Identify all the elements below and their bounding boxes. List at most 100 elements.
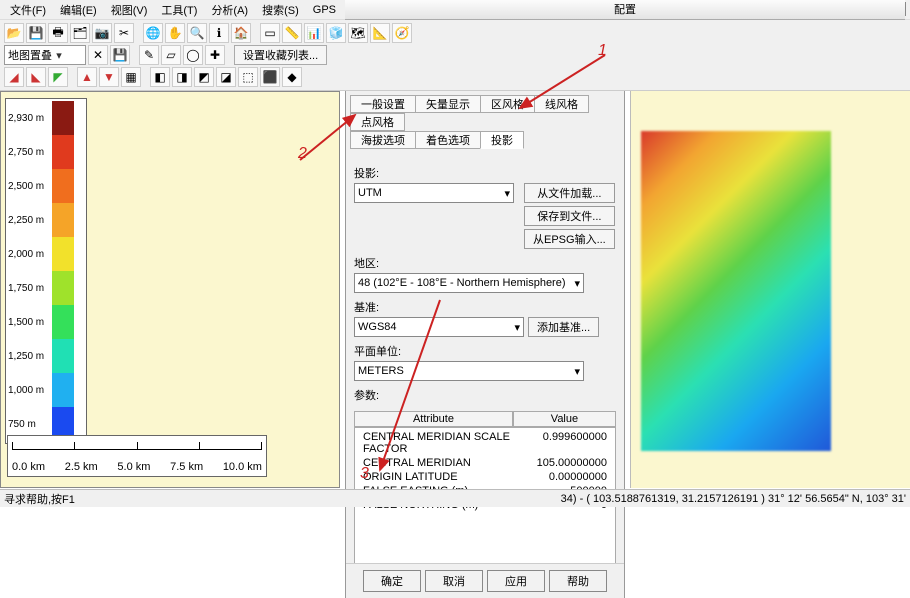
dialog-tabs-row1: 一般设置 矢量显示 区风格 线风格 点风格 — [346, 91, 624, 131]
zone-select[interactable]: 48 (102°E - 108°E - Northern Hemisphere)… — [354, 273, 584, 293]
select-icon[interactable]: ▭ — [260, 23, 280, 43]
legend-swatch — [52, 305, 74, 339]
legend-label: 2,000 m — [8, 249, 52, 260]
param-row[interactable]: CENTRAL MERIDIAN 105.00000000 — [359, 456, 611, 470]
tab-point-style[interactable]: 点风格 — [350, 113, 405, 131]
param-val: 105.00000000 — [537, 457, 607, 469]
t4-icon[interactable]: ◪ — [216, 67, 236, 87]
projection-select[interactable]: UTM ▾ — [354, 183, 514, 203]
menu-analysis[interactable]: 分析(A) — [205, 1, 254, 19]
ok-button[interactable]: 确定 — [363, 570, 421, 592]
draw2-icon[interactable]: ▱ — [161, 45, 181, 65]
params-head-val: Value — [513, 411, 616, 427]
projection-label: 投影: — [354, 165, 616, 181]
param-row[interactable]: CENTRAL MERIDIAN SCALE FACTOR0.999600000 — [359, 430, 611, 456]
favorites-button[interactable]: 设置收藏列表... — [234, 45, 327, 65]
params-label: 参数: — [354, 387, 616, 403]
legend-swatch — [52, 203, 74, 237]
chevron-down-icon: ▾ — [574, 365, 580, 378]
red2-icon[interactable]: ◣ — [26, 67, 46, 87]
tab-color[interactable]: 着色选项 — [415, 131, 481, 149]
3d-icon[interactable]: 🧊 — [326, 23, 346, 43]
map-canvas-right[interactable] — [630, 91, 910, 488]
globe-icon[interactable]: 🌐 — [143, 23, 163, 43]
params-head-attr: Attribute — [354, 411, 513, 427]
draw4-icon[interactable]: ✚ — [205, 45, 225, 65]
cancel-button[interactable]: 取消 — [425, 570, 483, 592]
legend-swatch — [52, 237, 74, 271]
tab-line-style[interactable]: 线风格 — [534, 95, 589, 113]
legend-swatch — [52, 101, 74, 135]
hand-icon[interactable]: ✋ — [165, 23, 185, 43]
menu-file[interactable]: 文件(F) — [4, 1, 52, 19]
layer-combo[interactable]: 地图置叠 ▾ — [4, 45, 86, 65]
zoom-icon[interactable]: 🔍 — [187, 23, 207, 43]
draw1-icon[interactable]: ✎ — [139, 45, 159, 65]
menu-tools[interactable]: 工具(T) — [155, 1, 203, 19]
from-epsg-button[interactable]: 从EPSG输入... — [524, 229, 615, 249]
tab-elevation[interactable]: 海拔选项 — [350, 131, 416, 149]
param-row[interactable]: ORIGIN LATITUDE0.00000000 — [359, 470, 611, 484]
param-val: 0.999600000 — [543, 431, 607, 455]
legend-row: 1,000 m — [8, 373, 84, 407]
combo-btn1[interactable]: ✕ — [88, 45, 108, 65]
home-icon[interactable]: 🏠 — [231, 23, 251, 43]
legend-swatch — [52, 271, 74, 305]
units-select[interactable]: METERS ▾ — [354, 361, 584, 381]
param-attr: CENTRAL MERIDIAN — [363, 457, 471, 469]
tab-general[interactable]: 一般设置 — [350, 95, 416, 113]
datum-label: 基准: — [354, 299, 616, 315]
red3-icon[interactable]: ▲ — [77, 67, 97, 87]
draw3-icon[interactable]: ◯ — [183, 45, 203, 65]
open-icon[interactable]: 📂 — [4, 23, 24, 43]
t7-icon[interactable]: ◆ — [282, 67, 302, 87]
add-datum-button[interactable]: 添加基准... — [528, 317, 599, 337]
chevron-down-icon: ▾ — [52, 49, 66, 62]
load-from-file-button[interactable]: 从文件加载... — [524, 183, 615, 203]
legend-row: 2,750 m — [8, 135, 84, 169]
datum-select[interactable]: WGS84 ▾ — [354, 317, 524, 337]
zone-value: 48 (102°E - 108°E - Northern Hemisphere) — [358, 277, 566, 289]
t1-icon[interactable]: ◧ — [150, 67, 170, 87]
print-icon[interactable]: 🖶 — [48, 23, 68, 43]
misc3-icon[interactable]: 🧭 — [392, 23, 412, 43]
legend-row: 2,000 m — [8, 237, 84, 271]
misc1-icon[interactable]: 🗺 — [348, 23, 368, 43]
layer-combo-text: 地图置叠 — [8, 47, 52, 63]
config-dialog: 一般设置 矢量显示 区风格 线风格 点风格 海拔选项 着色选项 投影 投影: U… — [345, 91, 625, 598]
menu-view[interactable]: 视图(V) — [105, 1, 154, 19]
grid-icon[interactable]: ▦ — [121, 67, 141, 87]
camera-icon[interactable]: 📷 — [92, 23, 112, 43]
measure-icon[interactable]: 📏 — [282, 23, 302, 43]
menu-gps[interactable]: GPS — [307, 3, 342, 17]
apply-button[interactable]: 应用 — [487, 570, 545, 592]
layers-icon[interactable]: 🗂 — [70, 23, 90, 43]
menu-search[interactable]: 搜索(S) — [256, 1, 305, 19]
legend-label: 1,250 m — [8, 351, 52, 362]
tab-projection[interactable]: 投影 — [480, 131, 524, 149]
info-icon[interactable]: ℹ — [209, 23, 229, 43]
cut-icon[interactable]: ✂ — [114, 23, 134, 43]
t6-icon[interactable]: ⬛ — [260, 67, 280, 87]
t2-icon[interactable]: ◨ — [172, 67, 192, 87]
red1-icon[interactable]: ◢ — [4, 67, 24, 87]
combo-btn2[interactable]: 💾 — [110, 45, 130, 65]
save-icon[interactable]: 💾 — [26, 23, 46, 43]
param-attr: ORIGIN LATITUDE — [363, 471, 458, 483]
map-canvas-left[interactable]: 2,930 m2,750 m2,500 m2,250 m2,000 m1,750… — [0, 91, 340, 488]
t3-icon[interactable]: ◩ — [194, 67, 214, 87]
menu-edit[interactable]: 编辑(E) — [54, 1, 103, 19]
legend-swatch — [52, 339, 74, 373]
red4-icon[interactable]: ▼ — [99, 67, 119, 87]
tab-vector[interactable]: 矢量显示 — [415, 95, 481, 113]
legend-row: 1,500 m — [8, 305, 84, 339]
t5-icon[interactable]: ⬚ — [238, 67, 258, 87]
help-button[interactable]: 帮助 — [549, 570, 607, 592]
param-attr: CENTRAL MERIDIAN SCALE FACTOR — [363, 431, 543, 455]
grn1-icon[interactable]: ◤ — [48, 67, 68, 87]
misc2-icon[interactable]: 📐 — [370, 23, 390, 43]
tab-area-style[interactable]: 区风格 — [480, 95, 535, 113]
chart-icon[interactable]: 📊 — [304, 23, 324, 43]
save-to-file-button[interactable]: 保存到文件... — [524, 206, 615, 226]
legend-row: 1,750 m — [8, 271, 84, 305]
